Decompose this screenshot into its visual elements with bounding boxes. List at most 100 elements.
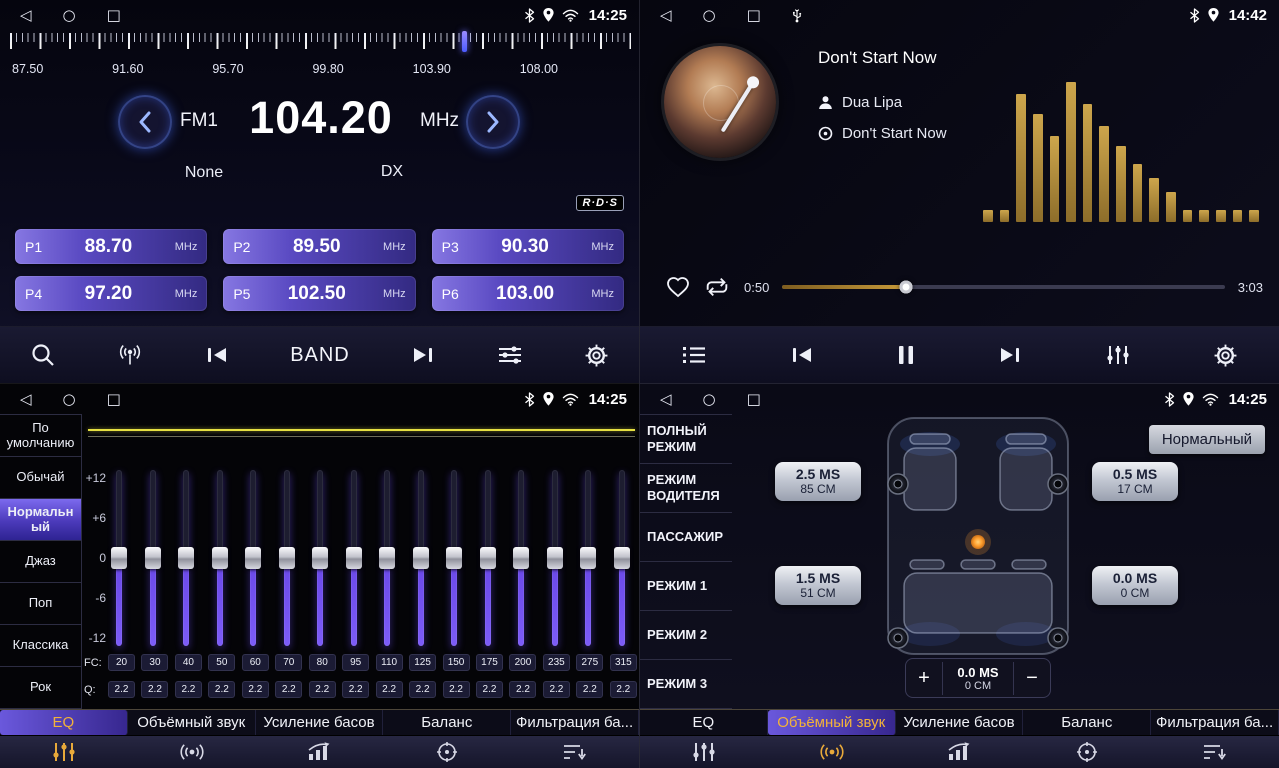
bass-boost-tab-icon[interactable]: [896, 736, 1024, 768]
eq-preset-item[interactable]: По умолчанию: [0, 415, 81, 457]
balance-tab-icon[interactable]: [383, 736, 511, 768]
bass-boost-tab-icon[interactable]: [256, 736, 384, 768]
band-button[interactable]: BAND: [290, 344, 350, 367]
eq-band-slider[interactable]: [175, 470, 197, 646]
eq-tab-icon[interactable]: [0, 736, 128, 768]
surround-mode-item[interactable]: РЕЖИМ 3: [640, 660, 732, 709]
surround-preset-button[interactable]: Нормальный: [1149, 425, 1265, 454]
surround-mode-item[interactable]: РЕЖИМ ВОДИТЕЛЯ: [640, 464, 732, 513]
eq-tab-icon[interactable]: [640, 736, 768, 768]
audio-tab[interactable]: EQ: [640, 710, 768, 735]
eq-band-slider[interactable]: [544, 470, 566, 646]
eq-slider-handle[interactable]: [312, 547, 328, 569]
surround-mode-item[interactable]: ПОЛНЫЙ РЕЖИМ: [640, 415, 732, 464]
eq-slider-handle[interactable]: [145, 547, 161, 569]
eq-band-slider[interactable]: [376, 470, 398, 646]
seek-bar[interactable]: [782, 285, 1224, 289]
home-icon[interactable]: ○: [63, 8, 76, 23]
audio-tab[interactable]: Баланс: [383, 710, 511, 735]
eq-slider-handle[interactable]: [413, 547, 429, 569]
radio-preset-button[interactable]: P188.70MHz: [15, 229, 207, 264]
radio-settings-button[interactable]: [584, 343, 609, 368]
next-station-button[interactable]: [410, 345, 436, 365]
recents-icon[interactable]: □: [747, 8, 761, 23]
eq-preset-item[interactable]: Классика: [0, 625, 81, 667]
audio-tab[interactable]: Усиление басов: [256, 710, 384, 735]
eq-band-slider[interactable]: [477, 470, 499, 646]
surround-tab-icon[interactable]: [768, 736, 896, 768]
search-stations-button[interactable]: [30, 342, 56, 368]
eq-slider-handle[interactable]: [580, 547, 596, 569]
eq-preset-item[interactable]: Рок: [0, 667, 81, 709]
back-icon[interactable]: ◁: [660, 392, 672, 407]
rear-left-delay-button[interactable]: 1.5 MS 51 CM: [775, 566, 861, 605]
recents-icon[interactable]: □: [747, 392, 761, 407]
surround-mode-item[interactable]: РЕЖИМ 1: [640, 562, 732, 611]
eq-preset-item[interactable]: Джаз: [0, 541, 81, 583]
audio-tab[interactable]: Объёмный звук: [128, 710, 256, 735]
filter-tab-icon[interactable]: [1151, 736, 1279, 768]
broadcast-antenna-button[interactable]: [117, 343, 143, 367]
surround-mode-item[interactable]: РЕЖИМ 2: [640, 611, 732, 660]
eq-preset-item[interactable]: Поп: [0, 583, 81, 625]
audio-tab[interactable]: Объёмный звук: [768, 710, 896, 735]
eq-slider-handle[interactable]: [111, 547, 127, 569]
eq-slider-handle[interactable]: [547, 547, 563, 569]
eq-band-slider[interactable]: [309, 470, 331, 646]
radio-preset-button[interactable]: P289.50MHz: [223, 229, 415, 264]
player-settings-button[interactable]: [1213, 343, 1238, 368]
radio-preset-button[interactable]: P390.30MHz: [432, 229, 624, 264]
eq-slider-handle[interactable]: [245, 547, 261, 569]
eq-band-slider[interactable]: [577, 470, 599, 646]
back-icon[interactable]: ◁: [20, 8, 32, 23]
eq-slider-handle[interactable]: [279, 547, 295, 569]
radio-preset-button[interactable]: P6103.00MHz: [432, 276, 624, 311]
audio-tab[interactable]: EQ: [0, 710, 128, 735]
eq-band-slider[interactable]: [410, 470, 432, 646]
radio-preset-button[interactable]: P5102.50MHz: [223, 276, 415, 311]
recents-icon[interactable]: □: [107, 8, 121, 23]
eq-band-slider[interactable]: [343, 470, 365, 646]
front-right-delay-button[interactable]: 0.5 MS 17 CM: [1092, 462, 1178, 501]
progress-knob[interactable]: [900, 281, 913, 294]
eq-slider-handle[interactable]: [178, 547, 194, 569]
balance-tab-icon[interactable]: [1023, 736, 1151, 768]
tune-up-button[interactable]: [466, 95, 520, 149]
previous-track-button[interactable]: [789, 345, 815, 365]
audio-tab[interactable]: Баланс: [1023, 710, 1151, 735]
eq-slider-handle[interactable]: [446, 547, 462, 569]
increase-delay-button[interactable]: +: [906, 659, 942, 697]
surround-tab-icon[interactable]: [128, 736, 256, 768]
back-icon[interactable]: ◁: [20, 392, 32, 407]
eq-slider-handle[interactable]: [212, 547, 228, 569]
radio-eq-button[interactable]: [497, 344, 523, 366]
radio-preset-button[interactable]: P497.20MHz: [15, 276, 207, 311]
eq-band-slider[interactable]: [611, 470, 633, 646]
audio-tab[interactable]: Усиление басов: [896, 710, 1024, 735]
home-icon[interactable]: ○: [703, 8, 716, 23]
previous-station-button[interactable]: [204, 345, 230, 365]
back-icon[interactable]: ◁: [660, 8, 672, 23]
front-left-delay-button[interactable]: 2.5 MS 85 CM: [775, 462, 861, 501]
eq-band-slider[interactable]: [142, 470, 164, 646]
player-eq-button[interactable]: [1105, 344, 1131, 366]
pause-button[interactable]: [897, 344, 915, 366]
recents-icon[interactable]: □: [107, 392, 121, 407]
surround-mode-item[interactable]: ПАССАЖИР: [640, 513, 732, 562]
frequency-scale[interactable]: [10, 33, 631, 52]
eq-band-slider[interactable]: [242, 470, 264, 646]
tune-down-button[interactable]: [118, 95, 172, 149]
repeat-button[interactable]: [703, 277, 731, 297]
eq-preset-item[interactable]: Обычай: [0, 457, 81, 499]
eq-preset-item[interactable]: Нормальный: [0, 499, 81, 541]
audio-tab[interactable]: Фильтрация ба...: [511, 710, 639, 735]
favorite-button[interactable]: [666, 276, 690, 298]
next-track-button[interactable]: [997, 345, 1023, 365]
eq-band-slider[interactable]: [276, 470, 298, 646]
eq-band-slider[interactable]: [108, 470, 130, 646]
rear-right-delay-button[interactable]: 0.0 MS 0 CM: [1092, 566, 1178, 605]
eq-band-slider[interactable]: [510, 470, 532, 646]
eq-slider-handle[interactable]: [379, 547, 395, 569]
audio-tab[interactable]: Фильтрация ба...: [1151, 710, 1279, 735]
eq-slider-handle[interactable]: [346, 547, 362, 569]
